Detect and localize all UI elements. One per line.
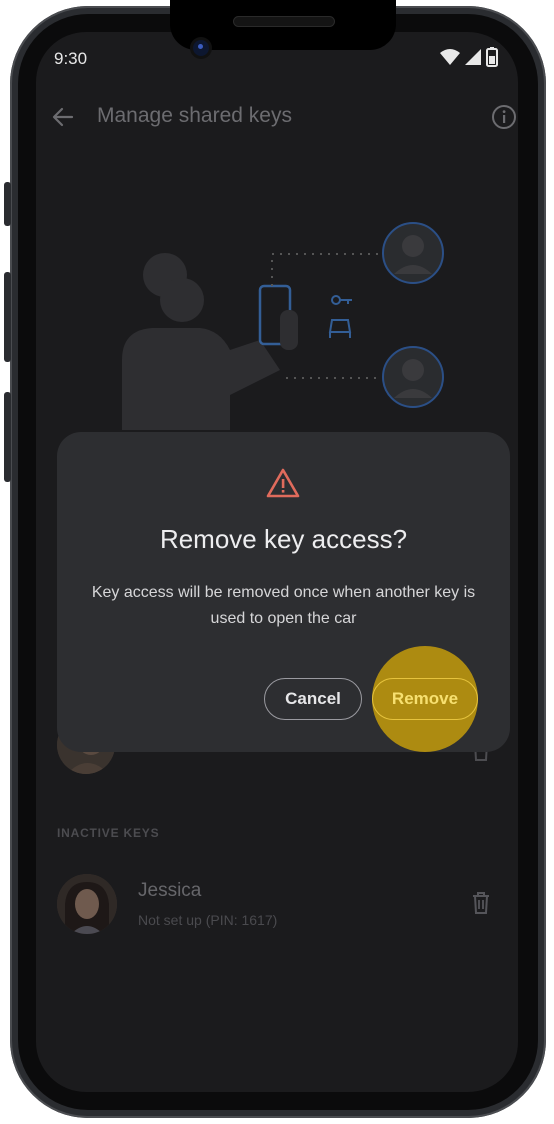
volume-up-button [4,272,11,362]
list-item-name: Jessica [138,880,202,901]
wifi-icon [440,49,460,65]
cancel-button[interactable]: Cancel [264,678,362,720]
status-time: 9:30 [54,49,88,68]
car-key-icon [328,295,352,338]
remove-button[interactable]: Remove [372,678,478,720]
dialog-message: Key access will be removed once when ano… [91,584,476,627]
avatar [57,874,117,934]
volume-down-button [4,392,11,482]
shared-keys-illustration [122,222,444,430]
list-item-subtitle: Not set up (PIN: 1617) [138,912,278,928]
page-title: Manage shared keys [97,104,292,127]
status-icons [440,47,498,67]
speaker [233,16,335,27]
info-icon[interactable] [491,104,517,130]
warning-icon [266,468,300,498]
trash-icon[interactable] [470,891,492,915]
back-arrow-icon[interactable] [50,104,76,130]
mute-switch [4,182,11,226]
battery-icon [486,47,498,67]
dialog-title: Remove key access? [159,524,408,554]
signal-icon [465,49,481,65]
section-label-inactive-keys: INACTIVE KEYS [57,826,160,840]
front-camera [193,40,209,56]
